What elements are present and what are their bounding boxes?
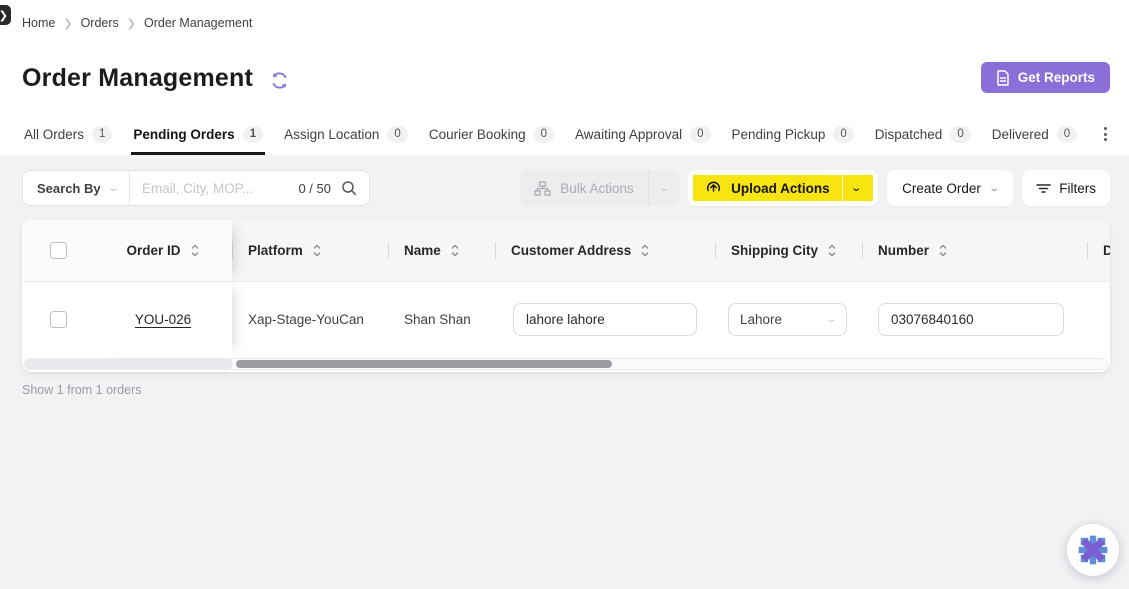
search-control: Search By ⌄ 0 / 50 [22, 170, 370, 206]
tab-delivered[interactable]: Delivered 0 [990, 126, 1079, 155]
search-button[interactable] [339, 180, 369, 196]
get-reports-button[interactable]: Get Reports [981, 62, 1110, 93]
search-by-dropdown[interactable]: Search By ⌄ [23, 171, 129, 205]
results-summary: Show 1 from 1 orders [22, 383, 1110, 397]
chevron-down-icon: ⌄ [107, 183, 119, 194]
row-address-cell [495, 282, 715, 356]
sort-icon[interactable] [640, 244, 650, 257]
tab-count-badge: 0 [833, 126, 853, 143]
page-title: Order Management [22, 64, 253, 93]
tab-count-badge: 0 [950, 126, 970, 143]
customer-address-input[interactable] [513, 303, 697, 336]
scrollbar-sticky-track [25, 359, 233, 369]
row-order-id-cell: YOU-026 [94, 282, 232, 356]
sidebar-expand-toggle[interactable]: ❯ [0, 5, 11, 25]
bulk-actions-button[interactable]: Bulk Actions ⌄ [520, 170, 679, 206]
toolbar-actions: Bulk Actions ⌄ Upload Actions ⌄ Create [520, 170, 1110, 206]
upload-actions-button[interactable]: Upload Actions ⌄ [688, 170, 878, 206]
orders-table: Order ID Platform Name [22, 220, 1110, 372]
horizontal-scrollbar[interactable] [24, 358, 1108, 370]
header-order-id[interactable]: Order ID [94, 220, 232, 281]
asterisk-widget-icon [1076, 533, 1110, 567]
shipping-city-select[interactable]: Lahore ⌄ [728, 303, 847, 336]
page-header: ❯ Home ❯ Orders ❯ Order Management Order… [0, 0, 1129, 155]
row-truncated-cell [1087, 282, 1110, 356]
chevron-separator-icon: ❯ [63, 17, 72, 30]
header-name[interactable]: Name [388, 220, 495, 281]
tab-count-badge: 0 [1057, 126, 1077, 143]
row-checkbox[interactable] [50, 311, 67, 328]
widget-launcher-button[interactable] [1067, 524, 1119, 576]
header-platform[interactable]: Platform [232, 220, 388, 281]
tab-pending-pickup[interactable]: Pending Pickup 0 [730, 126, 856, 155]
horizontal-scrollbar-thumb[interactable] [236, 360, 612, 368]
breadcrumb: Home ❯ Orders ❯ Order Management [22, 16, 252, 30]
upload-icon [705, 180, 722, 197]
row-number-cell [862, 282, 1087, 356]
header-shipping-city[interactable]: Shipping City [715, 220, 862, 281]
search-input[interactable] [130, 181, 298, 196]
sort-icon[interactable] [312, 244, 322, 257]
breadcrumb-home[interactable]: Home [22, 16, 55, 30]
sort-icon[interactable] [827, 244, 837, 257]
tab-count-badge: 0 [534, 126, 554, 143]
tab-assign-location[interactable]: Assign Location 0 [282, 126, 410, 155]
upload-actions-label: Upload Actions [731, 181, 830, 196]
tab-count-badge: 1 [92, 126, 112, 143]
sort-icon[interactable] [450, 244, 460, 257]
header-customer-address[interactable]: Customer Address [495, 220, 715, 281]
breadcrumb-current: Order Management [144, 16, 252, 30]
filters-label: Filters [1059, 181, 1096, 196]
tab-count-badge: 0 [690, 126, 710, 143]
header-select-all-cell [22, 220, 94, 281]
tab-count-badge: 1 [243, 126, 263, 143]
chevron-down-icon: ⌄ [643, 183, 686, 194]
tab-courier-booking[interactable]: Courier Booking 0 [427, 126, 556, 155]
tab-pending-orders[interactable]: Pending Orders 1 [131, 126, 265, 155]
create-order-button[interactable]: Create Order ⌄ [887, 170, 1013, 206]
sort-icon[interactable] [190, 244, 200, 257]
filter-icon [1036, 182, 1051, 195]
table-row: YOU-026 Xap-Stage-YouCan Shan Shan Lahor… [22, 282, 1110, 356]
filters-button[interactable]: Filters [1022, 170, 1110, 206]
chevron-right-icon: ❯ [0, 9, 8, 22]
tab-count-badge: 0 [387, 126, 407, 143]
bulk-actions-label: Bulk Actions [560, 181, 634, 196]
refresh-icon[interactable] [270, 71, 289, 90]
chevron-down-icon: ⌄ [837, 183, 874, 194]
get-reports-label: Get Reports [1018, 70, 1095, 85]
tabs-overflow-menu-icon[interactable] [1098, 125, 1113, 143]
tab-all-orders[interactable]: All Orders 1 [22, 126, 114, 155]
search-icon [341, 180, 357, 196]
tab-awaiting-approval[interactable]: Awaiting Approval 0 [573, 126, 712, 155]
tab-dispatched[interactable]: Dispatched 0 [873, 126, 973, 155]
search-by-label: Search By [37, 181, 101, 196]
orders-toolbar: Search By ⌄ 0 / 50 [22, 170, 1110, 206]
row-platform-cell: Xap-Stage-YouCan [232, 282, 388, 356]
order-id-link[interactable]: YOU-026 [135, 312, 191, 327]
header-number[interactable]: Number [862, 220, 1087, 281]
sort-icon[interactable] [938, 244, 948, 257]
chevron-down-icon: ⌄ [825, 314, 837, 325]
row-select-cell [22, 282, 94, 356]
bulk-actions-icon [534, 181, 551, 196]
breadcrumb-orders[interactable]: Orders [81, 16, 119, 30]
title-row: Order Management [22, 64, 289, 93]
select-all-checkbox[interactable] [50, 242, 67, 259]
chevron-down-icon: ⌄ [988, 183, 1000, 194]
header-truncated-column[interactable]: D [1087, 220, 1110, 281]
search-char-counter: 0 / 50 [298, 181, 339, 196]
create-order-label: Create Order [902, 181, 981, 196]
chevron-separator-icon: ❯ [127, 17, 136, 30]
table-header-row: Order ID Platform Name [22, 220, 1110, 282]
report-document-icon [996, 70, 1010, 86]
phone-number-input[interactable] [878, 303, 1064, 336]
orders-content: Search By ⌄ 0 / 50 [0, 155, 1129, 589]
row-city-cell: Lahore ⌄ [715, 282, 862, 356]
order-status-tabs: All Orders 1 Pending Orders 1 Assign Loc… [22, 126, 1095, 155]
row-name-cell: Shan Shan [388, 282, 495, 356]
